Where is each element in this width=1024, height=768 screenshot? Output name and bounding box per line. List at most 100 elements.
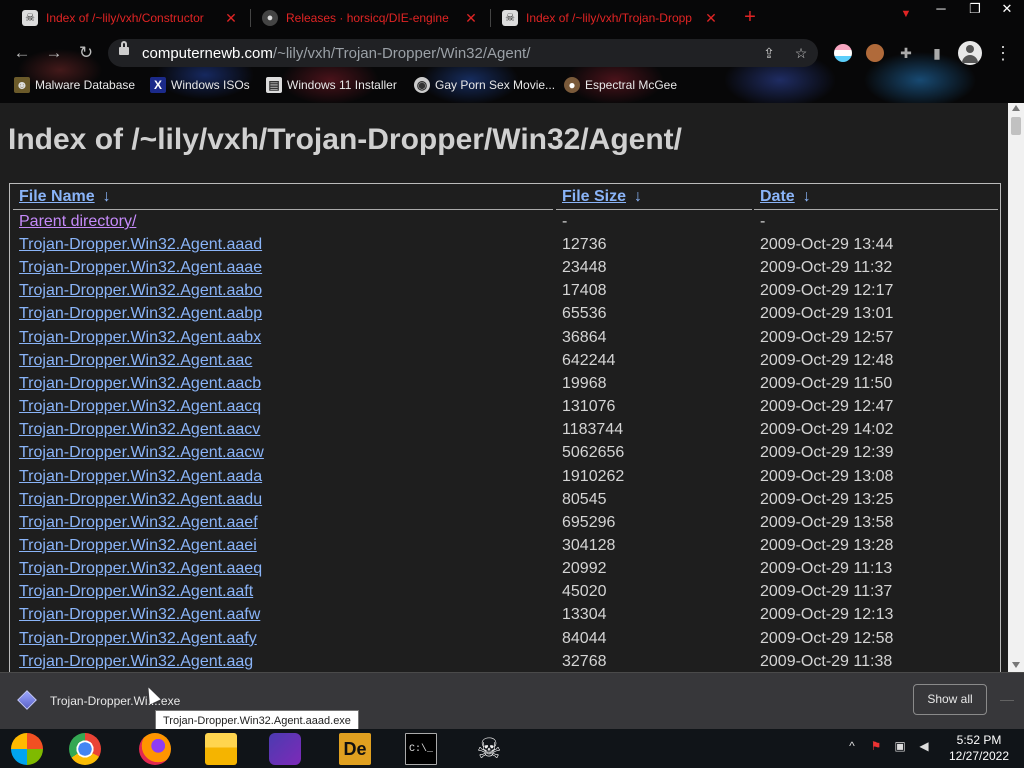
back-arrow-icon[interactable]: ← (10, 41, 34, 65)
file-name-column-header[interactable]: File Name ↓ (19, 188, 111, 206)
file-size-column-header[interactable]: File Size ↓ (562, 188, 642, 206)
pride-extension-icon[interactable] (834, 44, 852, 62)
share-icon[interactable]: ⇪ (760, 44, 778, 62)
x-logo-icon: X (150, 77, 166, 93)
scroll-up-icon[interactable] (1012, 105, 1020, 111)
file-link[interactable]: Trojan-Dropper.Win32.Agent.aaae (19, 259, 262, 277)
file-size: 5062656 (562, 444, 625, 462)
show-hidden-icons-icon[interactable]: ^ (844, 739, 860, 753)
lock-icon[interactable] (119, 41, 129, 55)
firefox-icon (139, 733, 171, 765)
header-label: File Name (19, 188, 95, 205)
file-link[interactable]: Trojan-Dropper.Win32.Agent.aada (19, 468, 262, 486)
sort-arrow-icon[interactable]: ↓ (634, 188, 642, 206)
taskbar-die-engine[interactable]: De (332, 731, 378, 767)
bookmark-movies[interactable]: ◉ Gay Porn Sex Movie... (414, 75, 555, 95)
file-size: 23448 (562, 259, 607, 277)
file-link[interactable]: Trojan-Dropper.Win32.Agent.aaei (19, 537, 257, 555)
url-host: computernewb.com (142, 45, 273, 62)
minimize-icon[interactable]: ─ (924, 0, 958, 20)
file-link[interactable]: Trojan-Dropper.Win32.Agent.aaad (19, 236, 262, 254)
file-link[interactable]: Trojan-Dropper.Win32.Agent.aafw (19, 606, 260, 624)
new-tab-button[interactable]: + (740, 6, 760, 28)
close-shelf-icon[interactable]: — (1000, 691, 1014, 709)
file-link[interactable]: Trojan-Dropper.Win32.Agent.aabx (19, 329, 261, 347)
profile-avatar-extension-icon[interactable] (866, 44, 884, 62)
table-row: Trojan-Dropper.Win32.Agent.aabo 17408 2009… (10, 280, 1000, 303)
chrome-menu-icon[interactable]: ⋮ (994, 42, 1012, 64)
file-link[interactable]: Trojan-Dropper.Win32.Agent.aaeq (19, 560, 262, 578)
clock-date: 12/27/2022 (948, 749, 1010, 763)
bookmark-windows-isos[interactable]: X Windows ISOs (150, 75, 250, 95)
bookmark-label: Windows ISOs (171, 78, 250, 92)
network-icon[interactable]: ▣ (892, 739, 908, 753)
taskbar-firefox[interactable] (132, 731, 178, 767)
file-date: 2009-Oct-29 13:25 (760, 490, 894, 508)
scrollbar-thumb[interactable] (1011, 117, 1021, 135)
address-bar[interactable]: computernewb.com/~lily/vxh/Trojan-Droppe… (108, 39, 818, 67)
table-row: Trojan-Dropper.Win32.Agent.aacq 131076 200… (10, 396, 1000, 419)
bookmark-star-icon[interactable]: ☆ (792, 44, 810, 62)
start-icon (11, 733, 43, 765)
globe-icon: ◉ (414, 77, 430, 93)
file-link[interactable]: Trojan-Dropper.Win32.Agent.aaft (19, 583, 253, 601)
avatar-icon: ● (564, 77, 580, 93)
bookmark-malware-database[interactable]: ☻ Malware Database (14, 75, 135, 95)
vertical-scrollbar[interactable] (1008, 103, 1024, 672)
file-date: 2009-Oct-29 11:38 (760, 652, 893, 670)
toolbar: ← → ↻ computernewb.com/~lily/vxh/Trojan-… (0, 36, 1024, 70)
file-size: 12736 (562, 236, 607, 253)
file-link[interactable]: Trojan-Dropper.Win32.Agent.aafy (19, 630, 257, 648)
file-link[interactable]: Trojan-Dropper.Win32.Agent.aabp (19, 305, 262, 323)
file-date: 2009-Oct-29 14:02 (760, 421, 894, 439)
parent-directory-link[interactable]: Parent directory/ (19, 213, 136, 231)
header-divider (754, 209, 998, 210)
file-date: 2009-Oct-29 11:50 (760, 374, 893, 392)
date-column-header[interactable]: Date ↓ (760, 188, 811, 206)
show-all-button[interactable]: Show all (913, 684, 987, 715)
file-link[interactable]: Trojan-Dropper.Win32.Agent.aacw (19, 444, 264, 462)
taskbar-people[interactable] (262, 731, 308, 767)
taskbar-chrome[interactable] (62, 731, 108, 767)
bookmark-espectral-mcgee[interactable]: ● Espectral McGee (564, 75, 677, 95)
scroll-down-icon[interactable] (1012, 662, 1020, 668)
download-item[interactable]: Trojan-Dropper.Wi....exe (50, 694, 180, 708)
taskbar-command-prompt[interactable]: C:\_ (398, 731, 444, 767)
tab-die-engine[interactable]: ● Releases · horsicq/DIE-engine ✕ (252, 4, 488, 32)
close-window-icon[interactable]: ✕ (990, 0, 1024, 20)
bookmark-windows-11-installer[interactable]: ▤ Windows 11 Installer (266, 75, 397, 95)
die-engine-icon: De (339, 733, 371, 765)
clock-time: 5:52 PM (956, 733, 1002, 747)
taskbar-clock[interactable]: 5:52 PM 12/27/2022 (935, 732, 1023, 764)
file-link[interactable]: Trojan-Dropper.Win32.Agent.aaef (19, 514, 258, 532)
profile-icon[interactable] (958, 41, 982, 65)
flag-icon[interactable]: ⚑ (868, 739, 884, 753)
sort-arrow-icon[interactable]: ↓ (103, 188, 111, 206)
close-tab-icon[interactable]: ✕ (464, 10, 478, 27)
file-link[interactable]: Trojan-Dropper.Win32.Agent.aacb (19, 375, 261, 393)
close-tab-icon[interactable]: ✕ (704, 10, 718, 27)
file-date: - (760, 213, 766, 230)
sort-arrow-icon[interactable]: ↓ (803, 188, 811, 206)
file-link[interactable]: Trojan-Dropper.Win32.Agent.aadu (19, 491, 262, 509)
file-link[interactable]: Trojan-Dropper.Win32.Agent.aacq (19, 398, 261, 416)
file-link[interactable]: Trojan-Dropper.Win32.Agent.aag (19, 653, 253, 671)
start-button[interactable] (4, 731, 50, 767)
extensions-puzzle-icon[interactable]: ✚ (897, 44, 915, 62)
tab-search-chevron-icon[interactable]: ▼ (896, 8, 916, 26)
tab-trojan-dropper[interactable]: ☠ Index of /~lily/vxh/Trojan-Dropp ✕ (492, 4, 728, 32)
url-text[interactable]: computernewb.com/~lily/vxh/Trojan-Droppe… (142, 45, 530, 62)
file-link[interactable]: Trojan-Dropper.Win32.Agent.aabo (19, 282, 262, 300)
forward-arrow-icon[interactable]: → (42, 41, 66, 65)
file-link[interactable]: Trojan-Dropper.Win32.Agent.aac (19, 352, 252, 370)
tab-constructor[interactable]: ☠ Index of /~lily/vxh/Constructor ✕ (12, 4, 248, 32)
taskbar-file-explorer[interactable] (198, 731, 244, 767)
reload-icon[interactable]: ↻ (74, 41, 98, 65)
restore-icon[interactable]: ❐ (958, 0, 992, 20)
bookmark-label: Gay Porn Sex Movie... (435, 78, 556, 92)
file-link[interactable]: Trojan-Dropper.Win32.Agent.aacv (19, 421, 260, 439)
taskbar-skull-app[interactable]: ☠ (466, 731, 512, 767)
close-tab-icon[interactable]: ✕ (224, 10, 238, 27)
side-panel-icon[interactable]: ▮ (928, 44, 946, 62)
volume-icon[interactable]: ◀ (916, 739, 932, 753)
